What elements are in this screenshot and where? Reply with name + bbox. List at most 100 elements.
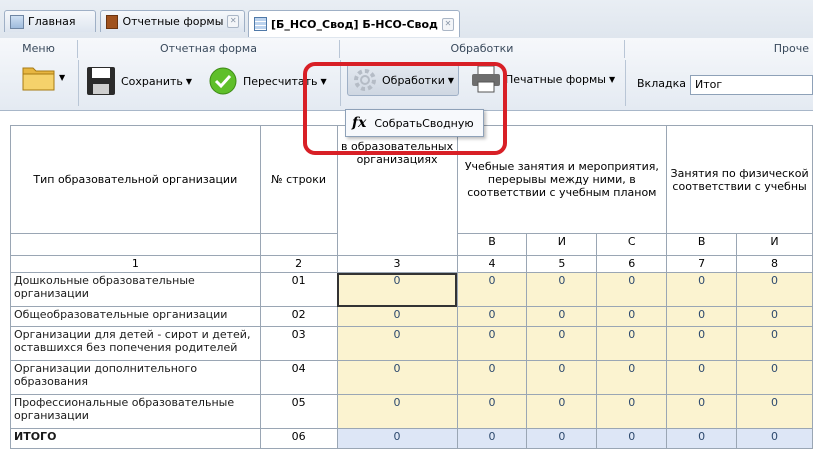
column-number: 5 [526,255,598,273]
column-number: 4 [456,255,528,273]
value-cell[interactable]: 0 [736,326,813,361]
value-cell[interactable]: 0 [526,272,598,307]
column-number: 7 [666,255,738,273]
tab-select[interactable]: Итог [690,75,813,95]
value-cell[interactable]: 0 [666,326,738,361]
recalculate-label: Пересчитать [243,74,318,88]
row-name: Дошкольные образовательные организации [10,272,261,307]
total-cell: 0 [596,428,668,449]
column-number: 1 [10,255,261,273]
value-cell[interactable]: 0 [596,272,668,307]
book-icon [106,14,119,29]
value-cell[interactable]: 0 [526,394,598,429]
value-cell[interactable]: 0 [736,272,813,307]
tab-home[interactable]: Главная [4,10,96,32]
value-cell[interactable]: 0 [336,272,458,307]
subheader: И [736,233,813,256]
value-cell[interactable]: 0 [666,306,738,327]
processing-button[interactable]: Обработки ▼ [347,64,460,96]
value-cell[interactable]: 0 [736,306,813,327]
table-row: Профессиональные образовательные организ… [10,394,813,429]
value-cell[interactable]: 0 [526,326,598,361]
print-forms-button[interactable]: Печатные формы ▼ [470,64,615,94]
table-row: Организации дополнительного образования … [10,360,813,395]
header-row-number: № строки [259,125,338,234]
total-row: ИТОГО 06 0 0 0 0 0 0 [10,428,813,449]
chevron-down-icon: ▼ [608,74,616,84]
subheader: И [526,233,598,256]
menu-item-collect-summary[interactable]: fx СобратьСводную [352,115,474,131]
divider [340,60,341,106]
value-cell[interactable]: 0 [456,326,528,361]
header-group-1: Учебные занятия и мероприятия, перерывы … [456,125,668,234]
row-name: Профессиональные образовательные организ… [10,394,261,429]
row-name: Общеобразовательные организации [10,306,261,327]
value-cell[interactable]: 0 [736,394,813,429]
chevron-down-icon: ▼ [447,75,455,85]
row-name: Организации дополнительного образования [10,360,261,395]
check-circle-icon [209,67,237,95]
table-row: Общеобразовательные организации 02 0 0 0… [10,306,813,327]
recalculate-button[interactable]: Пересчитать ▼ [208,66,327,96]
function-icon: fx [352,115,367,131]
column-number: 8 [736,255,813,273]
value-cell[interactable]: 0 [666,360,738,395]
tab-select-value: Итог [695,78,723,91]
subheader: С [596,233,668,256]
value-cell[interactable]: 0 [456,394,528,429]
total-cell: 0 [666,428,738,449]
processing-label: Обработки [382,73,445,87]
tab-label: [Б_НСО_Свод] Б-НСО-Свод [270,17,438,31]
tab-report-forms[interactable]: Отчетные формы ✕ [100,10,245,32]
divider [78,60,79,106]
value-cell[interactable]: 0 [596,394,668,429]
total-cell: 0 [336,428,458,449]
value-cell[interactable]: 0 [336,306,458,327]
group-menu-title: Меню [0,40,78,58]
value-cell[interactable]: 0 [336,326,458,361]
total-cell: 0 [526,428,598,449]
close-icon[interactable]: ✕ [227,15,239,28]
value-cell[interactable]: 0 [336,394,458,429]
row-name: Организации для детей - сирот и детей, о… [10,326,261,361]
value-cell[interactable]: 0 [666,394,738,429]
total-cell: 0 [456,428,528,449]
table-row: Организации для детей - сирот и детей, о… [10,326,813,361]
value-cell[interactable]: 0 [526,306,598,327]
value-cell[interactable]: 0 [456,272,528,307]
table-row: Дошкольные образовательные организации 0… [10,272,813,307]
row-code: 05 [259,394,338,429]
processing-dropdown: fx СобратьСводную [345,109,484,137]
header-group-2: Занятия по физической соответствии с уче… [666,125,813,234]
column-number: 3 [336,255,458,273]
subheader: В [666,233,738,256]
value-cell[interactable]: 0 [596,306,668,327]
total-cell: 0 [736,428,813,449]
value-cell[interactable]: 0 [596,326,668,361]
header-col3-rest: в образовательных организациях [341,140,454,166]
header-type: Тип образовательной организации [10,125,261,234]
value-cell[interactable]: 0 [456,360,528,395]
menu-button[interactable]: ▼ [22,62,65,92]
row-code: 04 [259,360,338,395]
print-forms-label: Печатные формы [505,72,606,86]
floppy-disk-icon [87,67,115,95]
close-icon[interactable]: ✕ [441,17,454,31]
folder-icon [22,67,55,91]
value-cell[interactable]: 0 [666,272,738,307]
tab-select-label: Вкладка [637,77,686,90]
menu-item-label: СобратьСводную [374,116,474,130]
value-cell[interactable]: 0 [456,306,528,327]
tab-nso-svod[interactable]: [Б_НСО_Свод] Б-НСО-Свод ✕ [248,10,460,37]
value-cell[interactable]: 0 [336,360,458,395]
save-button[interactable]: Сохранить ▼ [86,66,192,96]
value-cell[interactable]: 0 [596,360,668,395]
row-name: ИТОГО [10,428,261,449]
group-other-title: Проче [773,42,809,55]
table-icon [254,17,267,31]
gear-icon [354,69,376,91]
column-number: 2 [259,255,338,273]
chevron-down-icon: ▼ [320,76,327,86]
value-cell[interactable]: 0 [736,360,813,395]
value-cell[interactable]: 0 [526,360,598,395]
